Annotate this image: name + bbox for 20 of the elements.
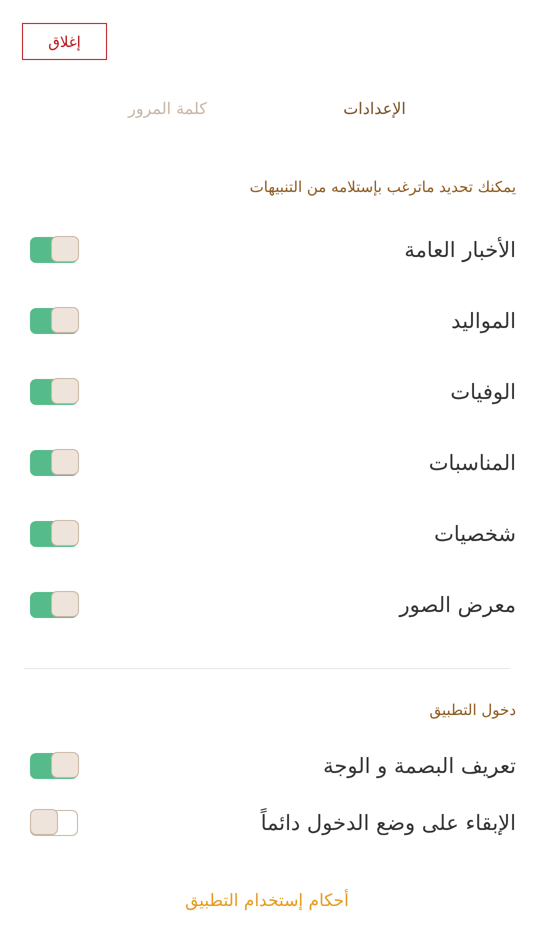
section-heading: يمكنك تحديد ماترغب بإستلامه من التنبيهات (248, 178, 516, 196)
toggle-switch[interactable] (30, 752, 78, 778)
setting-label: الأخبار العامة (404, 238, 516, 262)
toggle-switch[interactable] (30, 592, 78, 618)
toggle-switch[interactable] (30, 450, 78, 476)
toggle-switch[interactable] (30, 378, 78, 404)
toggle-switch[interactable] (30, 308, 78, 334)
close-button[interactable]: إغلاق (22, 23, 107, 60)
setting-label: معرض الصور (400, 592, 516, 616)
toggle-switch[interactable] (30, 520, 78, 546)
toggle-switch[interactable] (30, 236, 78, 262)
setting-label: الإبقاء على وضع الدخول دائماً (260, 810, 516, 834)
setting-label: تعريف البصمة و الوجة (323, 754, 516, 778)
setting-label: الوفيات (450, 380, 516, 404)
toggle-switch[interactable] (30, 810, 78, 836)
tab[interactable]: الإعدادات (339, 97, 410, 120)
section-heading: دخول التطبيق (428, 701, 516, 719)
setting-label: المواليد (451, 308, 516, 332)
setting-label: شخصيات (434, 522, 516, 546)
setting-label: المناسبات (428, 450, 516, 474)
